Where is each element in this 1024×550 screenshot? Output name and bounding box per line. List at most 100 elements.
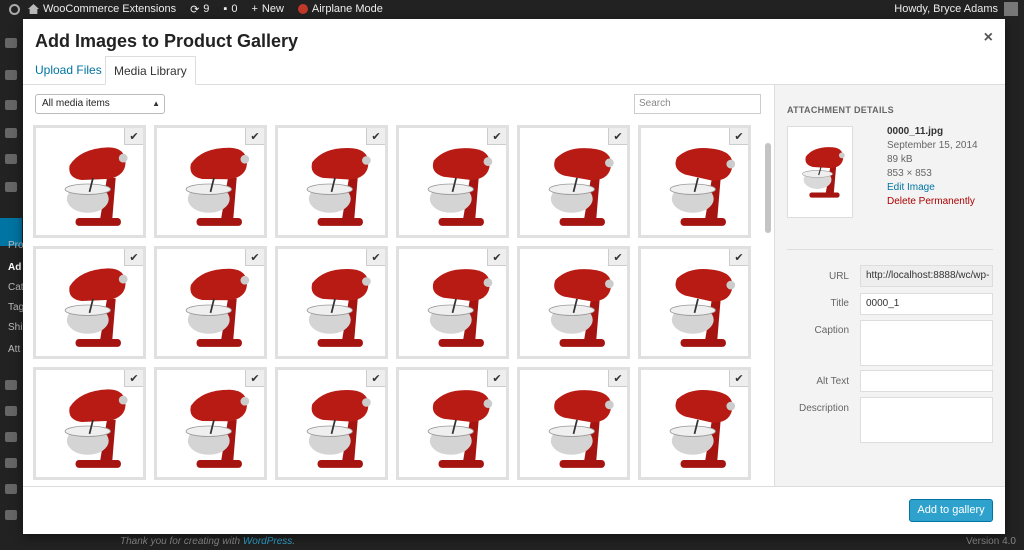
attachment-tile[interactable]: ✔ <box>638 246 751 359</box>
checkmark-icon[interactable]: ✔ <box>124 370 143 387</box>
stand-mixer-image <box>669 269 736 347</box>
delete-permanently-link[interactable]: Delete Permanently <box>887 195 978 209</box>
comment-icon: ▪ <box>223 3 228 15</box>
stand-mixer-image <box>306 390 371 468</box>
plugins-icon[interactable] <box>5 406 17 416</box>
stand-mixer-image <box>64 147 128 226</box>
attachment-tile[interactable]: ✔ <box>275 367 388 480</box>
checkmark-icon[interactable]: ✔ <box>729 249 748 266</box>
stand-mixer-image <box>548 269 614 347</box>
checkmark-icon[interactable]: ✔ <box>608 370 627 387</box>
checkmark-icon[interactable]: ✔ <box>608 249 627 266</box>
attachment-tile[interactable]: ✔ <box>275 246 388 359</box>
stand-mixer-image <box>669 390 736 468</box>
description-textarea[interactable] <box>860 397 993 443</box>
modal-tabs: Upload Files Media Library <box>23 56 1005 85</box>
site-name-link[interactable]: WooCommerce Extensions <box>28 3 176 15</box>
tools-icon[interactable] <box>5 458 17 468</box>
checkmark-icon[interactable]: ✔ <box>366 128 385 145</box>
edit-image-link[interactable]: Edit Image <box>887 181 978 195</box>
alt-text-field[interactable] <box>860 370 993 392</box>
appearance-icon[interactable] <box>5 380 17 390</box>
close-icon[interactable]: × <box>984 29 993 47</box>
title-field[interactable]: 0000_1 <box>860 293 993 315</box>
plus-icon: + <box>251 3 258 15</box>
checkmark-icon[interactable]: ✔ <box>487 128 506 145</box>
dashboard-icon[interactable] <box>5 38 17 48</box>
menu-add-product-label[interactable]: Ad <box>8 262 21 273</box>
stand-mixer-image <box>185 389 250 468</box>
checkmark-icon[interactable]: ✔ <box>487 249 506 266</box>
stand-mixer-image <box>427 148 493 226</box>
checkmark-icon[interactable]: ✔ <box>487 370 506 387</box>
collapse-icon[interactable] <box>5 510 17 520</box>
modal-title: Add Images to Product Gallery <box>35 31 299 51</box>
description-label: Description <box>798 403 849 414</box>
menu-products-label[interactable]: Pro <box>8 240 24 251</box>
attachment-tile[interactable]: ✔ <box>33 125 146 238</box>
url-field[interactable]: http://localhost:8888/wc/wp- <box>860 265 993 287</box>
checkmark-icon[interactable]: ✔ <box>366 249 385 266</box>
posts-icon[interactable] <box>5 70 17 80</box>
account-menu[interactable]: Howdy, Bryce Adams <box>894 2 1018 16</box>
wordpress-logo-icon[interactable] <box>0 3 28 15</box>
woocommerce-icon[interactable] <box>5 182 17 192</box>
menu-shipping-label[interactable]: Shi <box>8 322 22 333</box>
attachment-tile[interactable]: ✔ <box>154 125 267 238</box>
comments-link[interactable]: ▪ 0 <box>223 3 237 15</box>
checkmark-icon[interactable]: ✔ <box>245 370 264 387</box>
attachment-tile[interactable]: ✔ <box>638 125 751 238</box>
attachment-tile[interactable]: ✔ <box>33 367 146 480</box>
attachment-meta: 0000_11.jpg September 15, 2014 89 kB 853… <box>887 125 978 209</box>
wordpress-footer-link[interactable]: WordPress <box>243 536 292 547</box>
tab-media-library[interactable]: Media Library <box>105 56 196 85</box>
scrollbar-thumb[interactable] <box>765 143 771 233</box>
attachment-tile[interactable]: ✔ <box>517 125 630 238</box>
attachment-dimensions: 853 × 853 <box>887 168 932 179</box>
caption-textarea[interactable] <box>860 320 993 366</box>
attachment-tile[interactable]: ✔ <box>638 367 751 480</box>
add-to-gallery-button[interactable]: Add to gallery <box>909 499 993 522</box>
menu-tags-label[interactable]: Tag <box>8 302 24 313</box>
attachment-tile[interactable]: ✔ <box>154 246 267 359</box>
attachment-tile[interactable]: ✔ <box>396 367 509 480</box>
stand-mixer-image <box>669 148 736 226</box>
updates-link[interactable]: ⟳ 9 <box>190 3 209 16</box>
menu-categories-label[interactable]: Cat <box>8 282 24 293</box>
checkmark-icon[interactable]: ✔ <box>124 128 143 145</box>
checkmark-icon[interactable]: ✔ <box>124 249 143 266</box>
attachment-tile[interactable]: ✔ <box>275 125 388 238</box>
checkmark-icon[interactable]: ✔ <box>729 128 748 145</box>
avatar <box>1004 2 1018 16</box>
checkmark-icon[interactable]: ✔ <box>245 249 264 266</box>
alt-text-label: Alt Text <box>816 376 849 387</box>
menu-attributes-label[interactable]: Att <box>8 344 20 355</box>
attachment-tile[interactable]: ✔ <box>517 246 630 359</box>
details-divider <box>787 249 993 250</box>
stand-mixer-image <box>64 268 128 347</box>
attachment-tile[interactable]: ✔ <box>396 125 509 238</box>
attachment-tile[interactable]: ✔ <box>33 246 146 359</box>
stand-mixer-image <box>185 147 250 226</box>
settings-icon[interactable] <box>5 484 17 494</box>
new-content-link[interactable]: + New <box>251 3 283 15</box>
tab-upload-files[interactable]: Upload Files <box>27 56 110 85</box>
attachment-tile[interactable]: ✔ <box>396 246 509 359</box>
search-input[interactable]: Search <box>634 94 761 114</box>
airplane-mode-toggle[interactable]: Airplane Mode <box>297 3 383 15</box>
updates-icon: ⟳ <box>190 3 200 16</box>
users-icon[interactable] <box>5 432 17 442</box>
comments-icon[interactable] <box>5 154 17 164</box>
title-label: Title <box>830 298 849 309</box>
stand-mixer-image <box>306 148 371 226</box>
pages-icon[interactable] <box>5 128 17 138</box>
checkmark-icon[interactable]: ✔ <box>245 128 264 145</box>
media-filter-select[interactable]: All media items ▲ <box>35 94 165 114</box>
attachment-tile[interactable]: ✔ <box>517 367 630 480</box>
checkmark-icon[interactable]: ✔ <box>366 370 385 387</box>
checkmark-icon[interactable]: ✔ <box>608 128 627 145</box>
attachment-tile[interactable]: ✔ <box>154 367 267 480</box>
media-icon[interactable] <box>5 100 17 110</box>
attachment-details-panel: ATTACHMENT DETAILS 0000_11.jpg September… <box>774 85 1005 486</box>
checkmark-icon[interactable]: ✔ <box>729 370 748 387</box>
